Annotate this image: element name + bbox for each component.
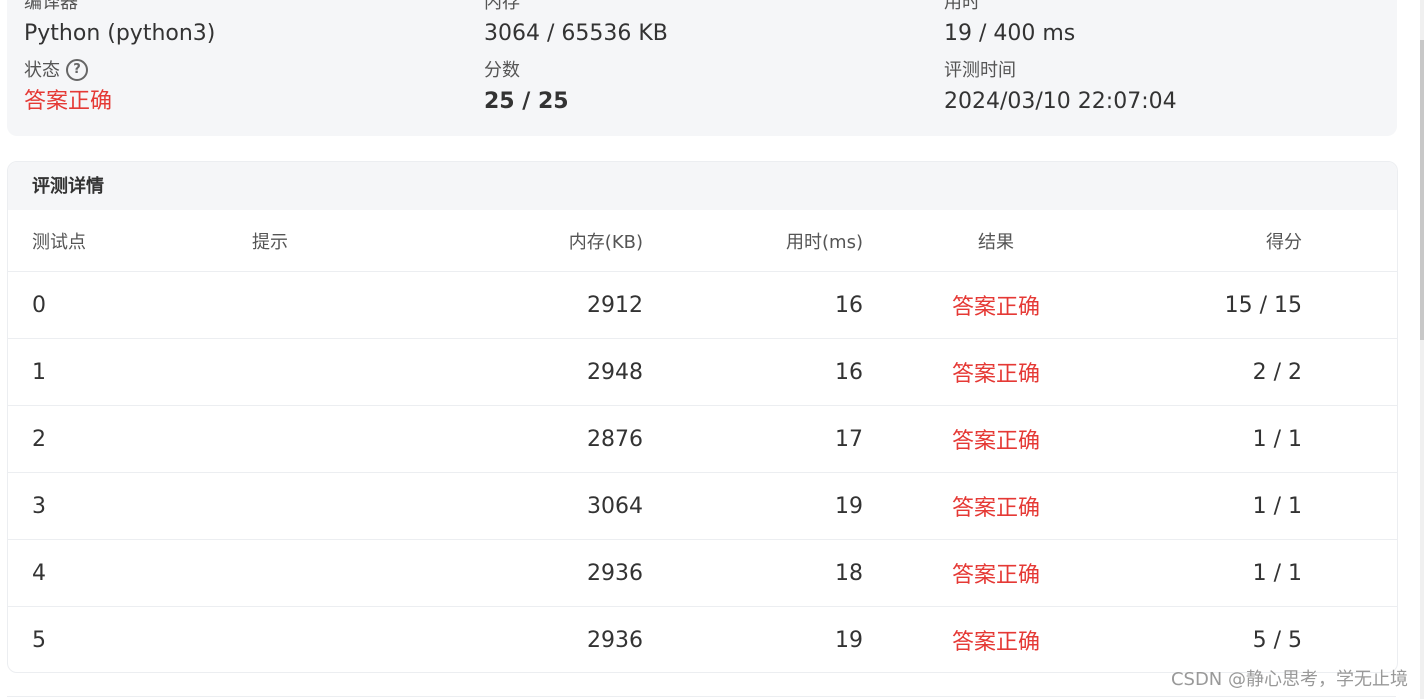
testcase-result: 答案正确 xyxy=(951,630,1040,655)
testcase-result: 答案正确 xyxy=(951,563,1040,588)
testcase-time: 19 xyxy=(835,493,863,519)
table-row: 1 2948 16 答案正确 2 / 2 xyxy=(8,339,1397,406)
testcase-score: 1 / 1 xyxy=(1252,493,1302,519)
testcase-result: 答案正确 xyxy=(951,362,1040,387)
time-label: 用时 xyxy=(944,0,980,13)
testcase-id: 2 xyxy=(32,426,46,452)
time-value: 19 / 400 ms xyxy=(944,21,1076,46)
compiler-label: 编译器 xyxy=(24,0,78,13)
judge-details-panel: 评测详情 测试点 提示 内存(KB) 用时(ms) 结果 得分 0 2912 1… xyxy=(7,161,1398,673)
testcase-score: 15 / 15 xyxy=(1224,292,1302,318)
column-header-testcase: 测试点 xyxy=(32,231,86,253)
testcase-id: 5 xyxy=(32,627,46,653)
score-value: 25 / 25 xyxy=(484,89,569,114)
details-title: 评测详情 xyxy=(8,162,1397,210)
testcase-result: 答案正确 xyxy=(951,429,1040,454)
table-row: 0 2912 16 答案正确 15 / 15 xyxy=(8,272,1397,339)
scrollbar-thumb[interactable] xyxy=(1420,40,1424,340)
testcase-memory: 2876 xyxy=(587,426,643,452)
submission-page: 编译器 Python (python3) 内存 3064 / 65536 KB … xyxy=(0,0,1424,699)
table-row: 5 2936 19 答案正确 5 / 5 xyxy=(8,607,1397,672)
csdn-watermark: CSDN @静心思考，学无止境 xyxy=(1170,669,1408,690)
table-row: 2 2876 17 答案正确 1 / 1 xyxy=(8,406,1397,473)
testcase-score: 5 / 5 xyxy=(1252,627,1302,653)
testcase-id: 4 xyxy=(32,560,46,586)
testcase-memory: 2936 xyxy=(587,627,643,653)
page-scrollbar[interactable] xyxy=(1420,0,1424,699)
status-label: 状态 xyxy=(24,60,60,81)
testcase-time: 17 xyxy=(835,426,863,452)
testcase-id: 1 xyxy=(32,359,46,385)
testcase-id: 0 xyxy=(32,292,46,318)
column-header-score: 得分 xyxy=(1266,231,1302,253)
column-header-hint: 提示 xyxy=(252,231,288,253)
score-label: 分数 xyxy=(484,60,520,81)
judge-time-value: 2024/03/10 22:07:04 xyxy=(944,89,1177,114)
memory-label: 内存 xyxy=(484,0,520,13)
testcase-time: 19 xyxy=(835,627,863,653)
testcase-memory: 3064 xyxy=(587,493,643,519)
testcase-time: 18 xyxy=(835,560,863,586)
testcase-memory: 2936 xyxy=(587,560,643,586)
testcase-id: 3 xyxy=(32,493,46,519)
testcase-memory: 2948 xyxy=(587,359,643,385)
testcase-score: 1 / 1 xyxy=(1252,560,1302,586)
table-row: 3 3064 19 答案正确 1 / 1 xyxy=(8,473,1397,540)
time-field: 用时 19 / 400 ms xyxy=(944,0,1075,48)
testcase-time: 16 xyxy=(835,359,863,385)
column-header-result: 结果 xyxy=(978,231,1014,253)
compiler-value: Python (python3) xyxy=(24,21,216,46)
judge-time-label: 评测时间 xyxy=(944,60,1016,81)
table-row: 4 2936 18 答案正确 1 / 1 xyxy=(8,540,1397,607)
status-field: 状态? 答案正确 xyxy=(24,58,113,116)
submission-summary-card: 编译器 Python (python3) 内存 3064 / 65536 KB … xyxy=(7,0,1397,136)
testcase-score: 1 / 1 xyxy=(1252,426,1302,452)
score-field: 分数 25 / 25 xyxy=(484,60,569,116)
column-header-time: 用时(ms) xyxy=(786,231,863,253)
compiler-field: 编译器 Python (python3) xyxy=(24,0,215,48)
testcase-memory: 2912 xyxy=(587,292,643,318)
judge-time-field: 评测时间 2024/03/10 22:07:04 xyxy=(944,60,1177,116)
status-value: 答案正确 xyxy=(24,89,113,114)
table-header: 测试点 提示 内存(KB) 用时(ms) 结果 得分 xyxy=(8,210,1397,272)
testcase-result: 答案正确 xyxy=(951,496,1040,521)
column-header-memory: 内存(KB) xyxy=(568,231,643,253)
memory-field: 内存 3064 / 65536 KB xyxy=(484,0,668,48)
question-circle-icon[interactable]: ? xyxy=(66,58,88,81)
testcase-time: 16 xyxy=(835,292,863,318)
testcase-result: 答案正确 xyxy=(951,295,1040,320)
testcase-score: 2 / 2 xyxy=(1252,359,1302,385)
memory-value: 3064 / 65536 KB xyxy=(484,21,668,46)
